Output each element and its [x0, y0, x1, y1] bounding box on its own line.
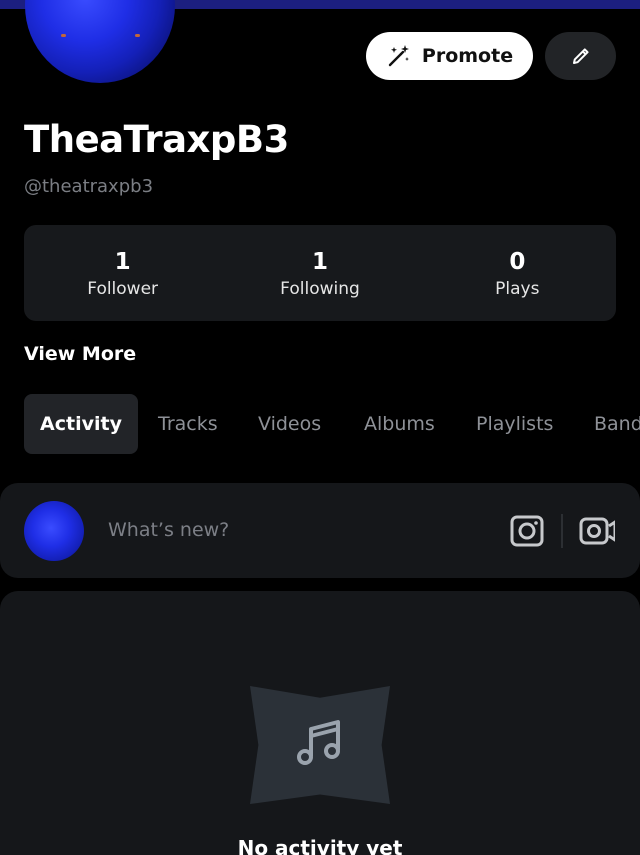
- stat-value: 1: [114, 248, 131, 275]
- profile-tabs: Activity Tracks Videos Albums Playlists …: [24, 394, 640, 454]
- promote-button[interactable]: Promote: [366, 32, 533, 80]
- sparkle-wand-icon: [388, 45, 409, 67]
- stat-value: 0: [509, 248, 526, 275]
- profile-avatar[interactable]: [25, 0, 175, 83]
- empty-state-text: No activity yet: [237, 836, 403, 855]
- profile-display-name: TheaTraxpB3: [24, 118, 289, 161]
- promote-label: Promote: [421, 45, 514, 67]
- stat-label: Plays: [495, 278, 540, 299]
- edit-profile-button[interactable]: [545, 32, 616, 80]
- stat-following[interactable]: 1 Following: [221, 225, 418, 321]
- stat-value: 1: [311, 248, 328, 275]
- tab-tracks[interactable]: Tracks: [158, 394, 218, 454]
- tab-activity[interactable]: Activity: [24, 394, 138, 454]
- avatar-detail: [61, 34, 66, 37]
- tab-albums[interactable]: Albums: [364, 394, 435, 454]
- music-note-icon: [297, 720, 340, 765]
- composer-avatar: [24, 501, 84, 561]
- stat-followers[interactable]: 1 Follower: [24, 225, 221, 321]
- stat-plays[interactable]: 0 Plays: [419, 225, 616, 321]
- tab-band[interactable]: Band: [594, 394, 640, 454]
- profile-page: Promote TheaTraxpB3 @theatraxpb3 1 Follo…: [0, 0, 640, 855]
- composer-input[interactable]: What’s new?: [108, 519, 229, 541]
- tab-videos[interactable]: Videos: [258, 394, 321, 454]
- tab-playlists[interactable]: Playlists: [476, 394, 553, 454]
- video-camera-icon[interactable]: [577, 512, 615, 550]
- profile-handle: @theatraxpb3: [24, 176, 154, 197]
- stat-label: Following: [280, 278, 360, 299]
- avatar-detail: [135, 34, 140, 37]
- pencil-icon: [572, 48, 589, 64]
- view-more-link[interactable]: View More: [24, 343, 136, 365]
- camera-icon[interactable]: [508, 512, 546, 550]
- stat-label: Follower: [87, 278, 159, 299]
- composer-divider: [561, 514, 563, 548]
- stats-card: 1 Follower 1 Following 0 Plays: [24, 225, 616, 321]
